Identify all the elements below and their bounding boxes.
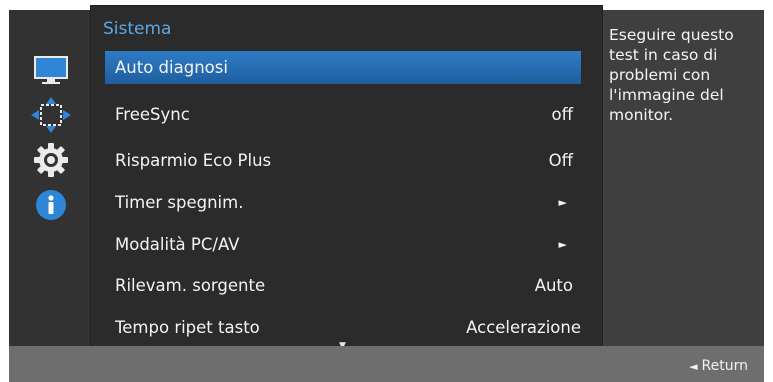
osd-window: Sistema Auto diagnosi FreeSync off Rispa… xyxy=(9,6,764,382)
menu-item-value: off xyxy=(551,105,573,124)
menu-item-label: Timer spegnim. xyxy=(115,193,244,212)
menu-item-rilevam-sorgente[interactable]: Rilevam. sorgente Auto xyxy=(105,269,581,302)
info-icon[interactable] xyxy=(29,185,73,225)
left-arrow-icon: ◄ xyxy=(689,360,698,373)
menu-item-label: Modalità PC/AV xyxy=(115,235,240,254)
monitor-icon[interactable] xyxy=(29,50,73,90)
return-button[interactable]: ◄ Return xyxy=(689,358,748,374)
menu-item-value: Auto xyxy=(534,276,573,295)
menu-item-timer-spegnim[interactable]: Timer spegnim. ► xyxy=(105,186,581,219)
submenu-arrow-icon: ► xyxy=(558,196,567,209)
menu-title: Sistema xyxy=(103,19,172,39)
menu-item-label: FreeSync xyxy=(115,105,190,124)
menu-item-auto-diagnosi[interactable]: Auto diagnosi xyxy=(105,51,581,84)
icon-sidebar xyxy=(9,10,93,346)
menu-item-freesync[interactable]: FreeSync off xyxy=(105,98,581,131)
menu-item-label: Tempo ripet tasto xyxy=(115,318,260,337)
menu-item-value: Accelerazione xyxy=(466,318,581,337)
menu-item-label: Risparmio Eco Plus xyxy=(115,151,272,170)
move-arrows-icon[interactable] xyxy=(29,95,73,135)
settings-gear-icon[interactable] xyxy=(29,140,73,180)
menu-item-modalita-pc-av[interactable]: Modalità PC/AV ► xyxy=(105,228,581,261)
menu-item-label: Auto diagnosi xyxy=(115,58,228,77)
osd-footer: ◄ Return xyxy=(9,346,764,382)
menu-item-tempo-ripet-tasto[interactable]: Tempo ripet tasto Accelerazione xyxy=(105,311,581,344)
menu-item-label: Rilevam. sorgente xyxy=(115,276,266,295)
return-label: Return xyxy=(701,358,748,374)
menu-item-value: Off xyxy=(548,151,573,170)
menu-item-risparmio-eco-plus[interactable]: Risparmio Eco Plus Off xyxy=(105,144,581,177)
system-menu: Sistema Auto diagnosi FreeSync off Rispa… xyxy=(91,6,602,351)
help-description: Eseguire questo test in caso di problemi… xyxy=(609,26,734,124)
submenu-arrow-icon: ► xyxy=(558,238,567,251)
